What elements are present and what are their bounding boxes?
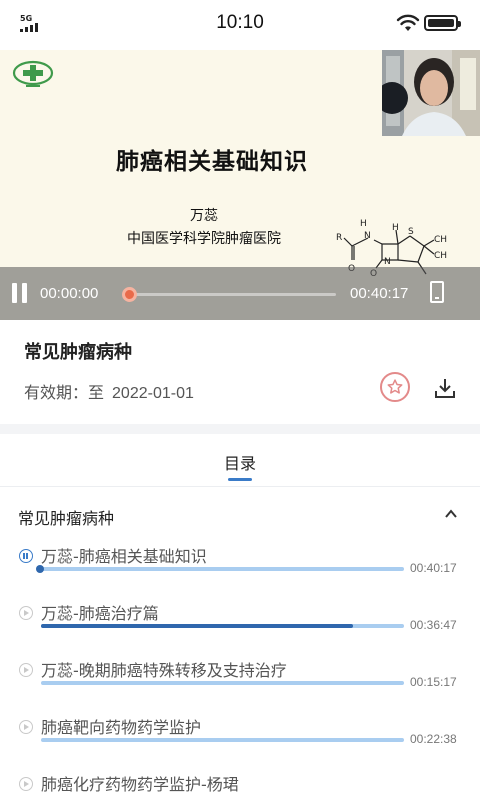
- scrub-handle[interactable]: [122, 287, 137, 302]
- lesson-name: 肺癌化疗药物药学监护-杨珺: [41, 775, 239, 794]
- play-status-icon: [19, 549, 33, 563]
- pause-icon[interactable]: [12, 283, 32, 303]
- current-time: 00:00:00: [40, 285, 99, 302]
- validity-info: 有效期：至 2022-01-01: [24, 379, 194, 403]
- hospital-logo: [12, 60, 54, 87]
- video-player[interactable]: 肺癌相关基础知识 万蕊 中国医学科学院肿瘤医院 R H N O H S: [0, 50, 480, 320]
- svg-text:N: N: [384, 257, 391, 267]
- course-title: 常见肿瘤病种: [24, 342, 132, 363]
- active-tab-indicator: [228, 478, 252, 481]
- lesson-name: 肺癌靶向药物药学监护: [41, 718, 202, 737]
- lesson-progress-fill: [41, 624, 354, 628]
- svg-text:H: H: [392, 223, 399, 233]
- lesson-progress-track: [41, 681, 404, 685]
- lesson-duration: 00:22:38: [410, 732, 457, 746]
- svg-text:R: R: [336, 233, 342, 243]
- svg-text:N: N: [364, 231, 371, 241]
- chapter-title[interactable]: 常见肿瘤病种: [18, 505, 114, 529]
- tab-divider: [0, 486, 480, 487]
- svg-text:S: S: [408, 227, 414, 237]
- battery-icon: [424, 15, 461, 31]
- svg-text:CH: CH: [434, 251, 447, 261]
- lesson-progress-dot: [36, 565, 44, 573]
- lesson-duration: 00:40:17: [410, 561, 457, 575]
- lesson-name: 万蕊-晚期肺癌特殊转移及支持治疗: [41, 661, 287, 680]
- slide-title: 肺癌相关基础知识: [116, 149, 308, 175]
- total-time: 00:40:17: [350, 285, 409, 302]
- lesson-progress-track: [41, 738, 404, 742]
- rotate-screen-icon[interactable]: [430, 281, 444, 303]
- play-status-icon: [19, 606, 33, 620]
- validity-label: 有效期：至: [24, 383, 105, 402]
- lesson-item[interactable]: 肺癌化疗药物药学监护-杨珺: [0, 773, 480, 800]
- favorite-button[interactable]: [380, 372, 410, 402]
- wifi-icon: [396, 14, 420, 31]
- chevron-up-icon[interactable]: [444, 507, 458, 521]
- lesson-name: 万蕊-肺癌治疗篇: [41, 604, 159, 623]
- play-status-icon: [19, 720, 33, 734]
- svg-text:CH: CH: [434, 235, 447, 245]
- play-status-icon: [19, 663, 33, 677]
- lesson-progress-track: [41, 624, 404, 628]
- lesson-duration: 00:36:47: [410, 618, 457, 632]
- tab-catalog[interactable]: 目录: [0, 450, 480, 474]
- scrub-track[interactable]: [128, 293, 336, 296]
- validity-date: 2022-01-01: [112, 385, 194, 402]
- svg-text:H: H: [360, 219, 367, 229]
- player-control-bar: 00:00:00 00:40:17: [0, 267, 480, 320]
- lesson-name: 万蕊-肺癌相关基础知识: [41, 547, 207, 566]
- download-icon[interactable]: [434, 376, 456, 400]
- lesson-duration: 00:15:17: [410, 675, 457, 689]
- lesson-item[interactable]: 万蕊-肺癌相关基础知识 00:40:17: [0, 545, 480, 602]
- lesson-item[interactable]: 万蕊-肺癌治疗篇 00:36:47: [0, 602, 480, 659]
- lesson-item[interactable]: 万蕊-晚期肺癌特殊转移及支持治疗 00:15:17: [0, 659, 480, 716]
- lesson-progress-track: [41, 567, 404, 571]
- play-status-icon: [19, 777, 33, 791]
- section-divider: [0, 424, 480, 434]
- lesson-item[interactable]: 肺癌靶向药物药学监护 00:22:38: [0, 716, 480, 773]
- status-bar: 5G 10:10: [0, 0, 480, 50]
- star-icon: [387, 379, 403, 394]
- presenter-camera-feed: [382, 50, 480, 136]
